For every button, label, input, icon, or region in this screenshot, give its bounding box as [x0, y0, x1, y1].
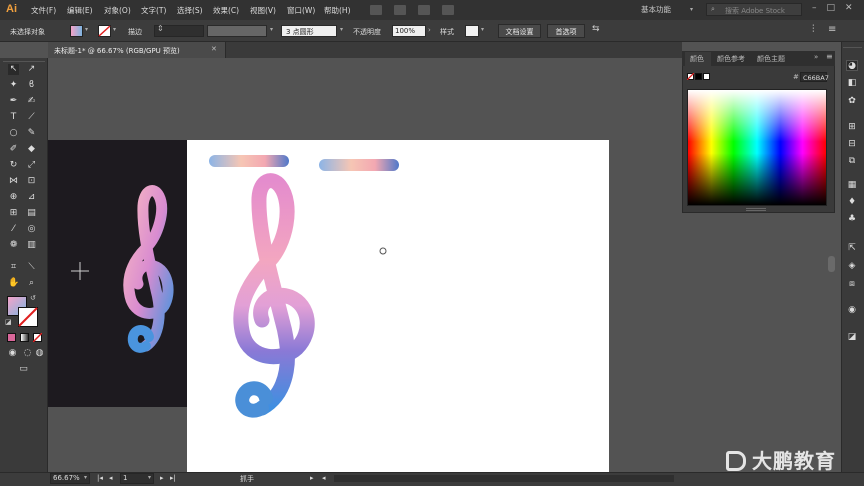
- swatches-icon[interactable]: ▦: [846, 180, 858, 191]
- hex-hash: #: [793, 73, 799, 81]
- horizontal-scrollbar[interactable]: [334, 475, 674, 482]
- zoom-value: 66.67%: [53, 474, 80, 482]
- color-guide-icon[interactable]: ◧: [846, 78, 858, 89]
- gradient-pill-1[interactable]: [209, 155, 289, 167]
- artboard-number: 1: [123, 474, 128, 482]
- white-swatch[interactable]: [703, 73, 710, 80]
- tab-color-themes[interactable]: 颜色主题: [757, 54, 785, 64]
- vertical-scrollbar-thumb[interactable]: [828, 256, 835, 272]
- layers-icon[interactable]: ◈: [846, 261, 858, 272]
- artboards-icon[interactable]: ⧈: [846, 279, 858, 290]
- appearance-icon[interactable]: ◉: [846, 305, 858, 316]
- black-swatch[interactable]: [695, 73, 702, 80]
- prev-artboard-icon[interactable]: ◂: [109, 474, 113, 482]
- watermark-text: 大鹏教育: [752, 451, 836, 473]
- brand-logo-icon: [726, 451, 746, 471]
- color-spectrum[interactable]: [687, 89, 827, 206]
- first-artboard-icon[interactable]: |◂: [97, 474, 103, 482]
- expand-panel-icon[interactable]: »: [814, 53, 818, 61]
- gradient-pill-2[interactable]: [319, 159, 399, 171]
- panel-menu-icon[interactable]: ≡: [826, 52, 833, 61]
- next-artboard-icon[interactable]: ▸: [160, 474, 164, 482]
- tab-color-guide[interactable]: 颜色参考: [717, 54, 745, 64]
- treble-clef-large[interactable]: [233, 173, 315, 418]
- last-artboard-icon[interactable]: ▸|: [170, 474, 176, 482]
- align-panel-icon[interactable]: ⊟: [846, 139, 858, 150]
- hand-cursor-icon: [379, 247, 387, 255]
- dock-grip[interactable]: [843, 44, 862, 48]
- symbols-icon[interactable]: ♣: [846, 214, 858, 225]
- none-swatch[interactable]: [687, 73, 694, 80]
- transform-icon[interactable]: ⊞: [846, 122, 858, 133]
- treble-clef-small[interactable]: [123, 185, 174, 353]
- chevron-down-icon[interactable]: ▾: [148, 474, 151, 481]
- recolor-icon[interactable]: ✿: [846, 96, 858, 107]
- watermark: 大鹏教育: [726, 445, 836, 474]
- color-panel-icon[interactable]: ◕: [846, 60, 858, 71]
- export-icon[interactable]: ⇱: [846, 243, 858, 254]
- tab-color[interactable]: 颜色: [690, 54, 704, 64]
- scroll-left-icon[interactable]: ◂: [322, 474, 326, 482]
- status-menu-icon[interactable]: ▸: [310, 474, 314, 482]
- graphic-styles-icon[interactable]: ◪: [846, 332, 858, 343]
- pathfinder-icon[interactable]: ⧉: [846, 156, 858, 167]
- hex-input[interactable]: C66BA7: [800, 72, 829, 82]
- crosshair-cursor-icon: [71, 262, 89, 280]
- current-tool-name: 抓手: [240, 475, 254, 483]
- chevron-down-icon[interactable]: ▾: [84, 474, 87, 481]
- panel-resize-grip[interactable]: [746, 208, 766, 211]
- brushes-icon[interactable]: ♦: [846, 197, 858, 208]
